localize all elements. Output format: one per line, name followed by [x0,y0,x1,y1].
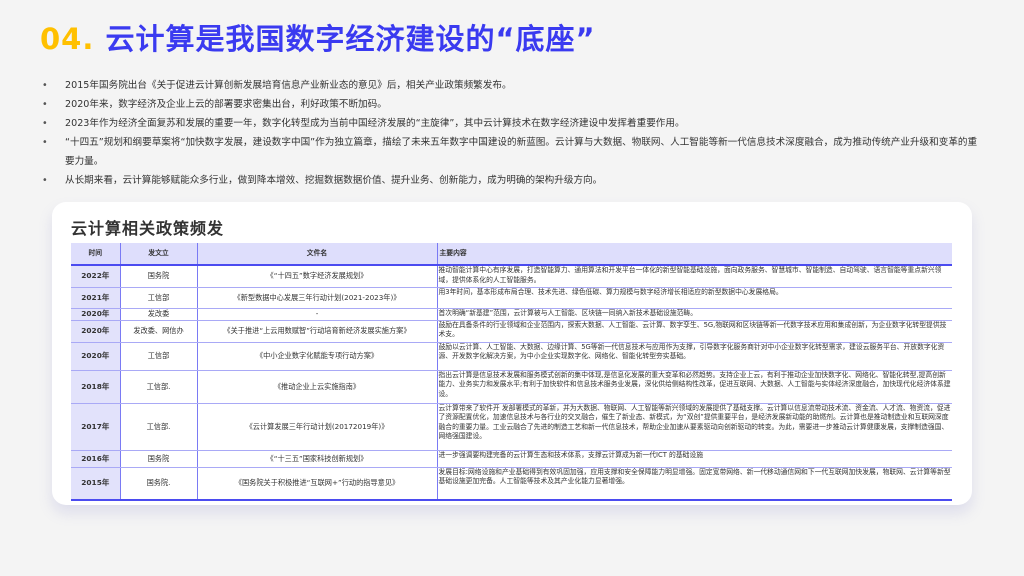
time-cell: 2018年 [71,370,121,404]
time-cell: 2020年 [71,320,121,343]
content-cell: 用3年时间，基本形成布局合理、技术先进、绿色低碳、算力规模与数字经济增长相适应的… [437,287,952,309]
issuer-cell: 发改委、网信办 [120,320,198,343]
bullet-item: “十四五”规划和纲要草案将“加快数字发展，建设数字中国”作为独立篇章，描绘了未来… [42,133,982,171]
bullet-item: 2015年国务院出台《关于促进云计算创新发展培育信息产业新业态的意见》后，相关产… [42,76,982,95]
doc-cell: 《关于推进“上云用数赋智”行动培育新经济发展实施方案》 [197,320,438,343]
time-cell: 2015年 [71,467,121,501]
issuer-cell: 工信部 [120,287,198,309]
section-number: 04. [40,22,95,56]
table-row: 2022年 国务院 《“十四五”数字经济发展规划》 推动智能计算中心有序发展，打造智能… [71,265,952,288]
table-row: 2017年 工信部. 《云计算发展三年行动计划(20172019年)》 云计算带来了软… [71,403,952,451]
doc-cell: - [197,308,438,321]
content-cell: 指出云计算是信息技术发展和服务模式创新的集中体现,是信息化发展的重大变革和必然趋… [437,370,952,404]
bullet-item: 2020年来，数字经济及企业上云的部署要求密集出台，利好政策不断加码。 [42,95,982,114]
content-cell: 鼓励以云计算、人工智能、大数据、边缘计算、5G等新一代信息技术与应用作为支撑，引… [437,342,952,371]
title-text: 云计算是我国数字经济建设的“底座” [105,22,596,56]
table-row: 2018年 工信部. 《推动企业上云实施指南》 指出云计算是信息技术发展和服务模式创新… [71,370,952,404]
header-time: 时间 [71,243,121,266]
header-doc: 文件名 [197,243,438,266]
table-header: 时间 发文立 文件名 主要内容 [71,243,952,266]
header-issuer: 发文立 [120,243,198,266]
bullet-list: 2015年国务院出台《关于促进云计算创新发展培育信息产业新业态的意见》后，相关产… [42,76,982,190]
time-cell: 2021年 [71,287,121,309]
table-row: 2021年 工信部 《新型数据中心发展三年行动计划(2021-2023年)》 用3年时… [71,287,952,309]
doc-cell: 《推动企业上云实施指南》 [197,370,438,404]
doc-cell: 《“十四五”数字经济发展规划》 [197,265,438,288]
time-cell: 2020年 [71,342,121,371]
card-title: 云计算相关政策频发 [71,219,225,238]
table-row: 2015年 国务院. 《国务院关于积极推进“互联网+”行动的指导意见》 发展目标:网络… [71,467,952,501]
issuer-cell: 工信部. [120,370,198,404]
table-row: 2020年 发改委、网信办 《关于推进“上云用数赋智”行动培育新经济发展实施方案》鼓… [71,320,952,343]
time-cell: 2016年 [71,450,121,468]
content-cell: 推动智能计算中心有序发展，打造智能算力、通用算法和开发平台一体化的新型智能基础设… [437,265,952,288]
content-cell: 首次明确“新基建”范围，云计算被与人工智能、区块链一同纳入新技术基础设施范畴。 [437,308,952,321]
issuer-cell: 国务院 [120,265,198,288]
issuer-cell: 工信部. [120,403,198,451]
table-row: 2020年 工信部 《中小企业数字化赋能专项行动方案》 鼓励以云计算、人工智能、大数据… [71,342,952,371]
policy-table: 时间 发文立 文件名 主要内容 2022年 国务院 《“十四五”数字经济发展规划》推… [71,243,952,501]
table-row: 2020年 发改委 - 首次明确“新基建”范围，云计算被与人工智能、区块链一同纳入新技… [71,308,952,321]
issuer-cell: 发改委 [120,308,198,321]
page-title: 04. 云计算是我国数字经济建设的“底座” [40,16,596,58]
time-cell: 2022年 [71,265,121,288]
doc-cell: 《新型数据中心发展三年行动计划(2021-2023年)》 [197,287,438,309]
header-content: 主要内容 [437,243,952,266]
doc-cell: 《“十三五”国家科技创新规划》 [197,450,438,468]
doc-cell: 《中小企业数字化赋能专项行动方案》 [197,342,438,371]
issuer-cell: 工信部 [120,342,198,371]
issuer-cell: 国务院. [120,467,198,501]
content-cell: 进一步强调要构建完备的云计算生态和技术体系，支撑云计算成为新一代ICT 的基础设… [437,450,952,468]
doc-cell: 《国务院关于积极推进“互联网+”行动的指导意见》 [197,467,438,501]
policy-card: 云计算相关政策频发 时间 发文立 文件名 主要内容 2022年 国务院 《“十四五”… [52,202,972,505]
issuer-cell: 国务院 [120,450,198,468]
table-row: 2016年 国务院 《“十三五”国家科技创新规划》 进一步强调要构建完备的云计算生态和… [71,450,952,468]
doc-cell: 《云计算发展三年行动计划(20172019年)》 [197,403,438,451]
content-cell: 发展目标:网络设施和产业基础得到有效巩固加强，应用支撑和安全保障能力明显增强。固… [437,467,952,501]
bullet-item: 2023年作为经济全面复苏和发展的重要一年，数字化转型成为当前中国经济发展的“主… [42,114,982,133]
content-cell: 鼓励在具备条件的行业领域和企业范围内，探索大数据、人工智能、云计算、数字孪生、5… [437,320,952,343]
time-cell: 2020年 [71,308,121,321]
content-cell: 云计算带来了软件开 发部署模式的革新，并为大数据、物联网、人工智能等新兴领域的发… [437,403,952,451]
time-cell: 2017年 [71,403,121,451]
bullet-item: 从长期来看，云计算能够赋能众多行业，做到降本增效、挖掘数据数据价值、提升业务、创… [42,171,982,190]
